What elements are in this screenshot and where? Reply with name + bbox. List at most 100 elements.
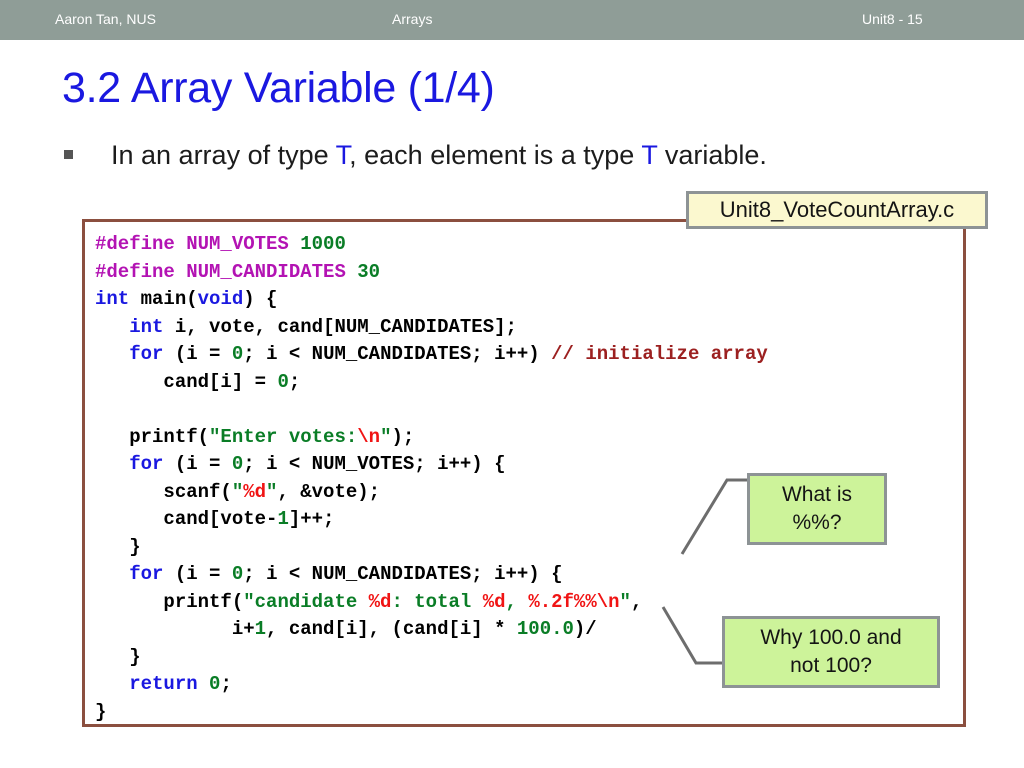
code-token: )/ [573, 618, 597, 640]
code-token: 0 [209, 673, 221, 695]
code-token: \n [357, 425, 381, 448]
code-token: 100.0 [516, 618, 574, 640]
code-line: } [95, 699, 963, 727]
callout-percent-line1: What is [781, 483, 852, 506]
code-token: (i = [163, 343, 232, 365]
code-token: NUM_VOTES [186, 233, 289, 255]
bullet-type-token-2: T [641, 140, 658, 170]
page-title-text: Array Variable (1/4) [130, 64, 495, 112]
bullet-type-token-1: T [335, 140, 350, 170]
code-token: , cand[i], (cand[i] * [266, 618, 517, 640]
code-line [95, 396, 963, 424]
code-token: i, vote, cand[NUM_CANDIDATES]; [163, 315, 517, 338]
bullet-text-part3: variable. [657, 140, 767, 170]
code-token: ) { [243, 288, 278, 310]
code-line: printf("Enter votes:\n"); [95, 424, 963, 452]
code-token: 0 [277, 370, 289, 393]
code-token: " [266, 480, 278, 503]
callout-hundred-line1: Why 100.0 and [760, 626, 902, 649]
code-token: 0 [231, 453, 244, 475]
code-token: cand[i] = [95, 370, 278, 393]
code-line: int main(void) { [95, 286, 963, 314]
callout-percent-line2: %%? [792, 511, 842, 534]
code-token: " [380, 425, 392, 448]
page-title-number: 3.2 [62, 64, 121, 112]
bullet-list-item: In an array of type T, each element is a… [62, 138, 962, 172]
code-token: } [95, 535, 141, 558]
code-token: } [95, 645, 141, 668]
header-unit-slide-number: Unit8 - 15 [862, 11, 923, 27]
code-token: ; [288, 370, 301, 393]
page-title: 3.2 Array Variable (1/4) [62, 63, 495, 113]
code-token: , &vote); [277, 480, 381, 503]
code-token: for [129, 563, 164, 585]
code-line: printf("candidate %d: total %d, %.2f%%\n… [95, 589, 963, 617]
code-token: 1 [277, 508, 289, 530]
code-line: #define NUM_CANDIDATES 30 [95, 259, 963, 287]
code-token: cand[vote- [95, 508, 278, 530]
code-token: #define [95, 260, 187, 283]
code-token: for [129, 343, 164, 365]
code-token: 1 [254, 618, 267, 640]
code-token: : total [391, 590, 483, 613]
code-token: (i = [163, 453, 232, 475]
code-token: %d [243, 480, 267, 503]
code-line: #define NUM_VOTES 1000 [95, 231, 963, 259]
code-token: int [95, 288, 130, 310]
code-line: for (i = 0; i < NUM_CANDIDATES; i++) { [95, 561, 963, 589]
bullet-square-icon [64, 150, 73, 159]
code-line: int i, vote, cand[NUM_CANDIDATES]; [95, 314, 963, 342]
code-token: (i = [163, 563, 232, 585]
bullet-text-part2: , each element is a type [349, 140, 642, 170]
code-token: "candidate [243, 590, 369, 613]
code-token: ; i < NUM_CANDIDATES; i++) { [243, 563, 563, 585]
code-token: %d [368, 590, 392, 613]
slide-header-bar: Aaron Tan, NUS Arrays Unit8 - 15 [0, 0, 1024, 40]
code-token: #define [95, 233, 187, 255]
code-token: ]++; [288, 508, 335, 530]
header-topic: Arrays [392, 11, 433, 27]
code-token: ; i < NUM_VOTES; i++) { [243, 453, 506, 475]
code-token: ); [391, 425, 415, 448]
code-token: int [129, 315, 164, 338]
source-file-name-label: Unit8_VoteCountArray.c [686, 191, 988, 229]
code-token: 1000 [300, 233, 346, 255]
code-token: scanf( [95, 480, 232, 503]
callout-hundred-line2: not 100? [790, 654, 872, 677]
header-author: Aaron Tan, NUS [55, 11, 156, 27]
code-token: 30 [357, 260, 381, 283]
code-line: cand[i] = 0; [95, 369, 963, 397]
code-token: i+ [95, 618, 255, 640]
code-token: %d [482, 590, 506, 613]
code-token: %.2f%%\n [528, 590, 620, 613]
bullet-item-label: In an array of type T, each element is a… [111, 138, 767, 172]
bullet-text-part1: In an array of type [111, 140, 336, 170]
code-token: main( [129, 288, 198, 310]
code-token: printf( [95, 425, 210, 448]
code-line: for (i = 0; i < NUM_CANDIDATES; i++) // … [95, 341, 963, 369]
code-token: 0 [231, 563, 244, 585]
code-token: printf( [95, 590, 244, 613]
code-token: void [197, 288, 244, 310]
code-token: // initialize array [551, 343, 768, 365]
code-token: " [619, 590, 631, 613]
code-token: "Enter votes: [209, 425, 358, 448]
callout-why-hundred-point-zero: Why 100.0 and not 100? [722, 616, 940, 688]
code-token: 0 [231, 343, 244, 365]
callout-what-is-percent: What is %%? [747, 473, 887, 545]
code-token: return [129, 673, 198, 695]
code-token: ; i < NUM_CANDIDATES; i++) [243, 343, 552, 365]
code-token: NUM_CANDIDATES [186, 260, 346, 283]
code-token: ; [220, 673, 232, 695]
code-token: " [231, 480, 244, 503]
code-token: } [95, 700, 107, 723]
